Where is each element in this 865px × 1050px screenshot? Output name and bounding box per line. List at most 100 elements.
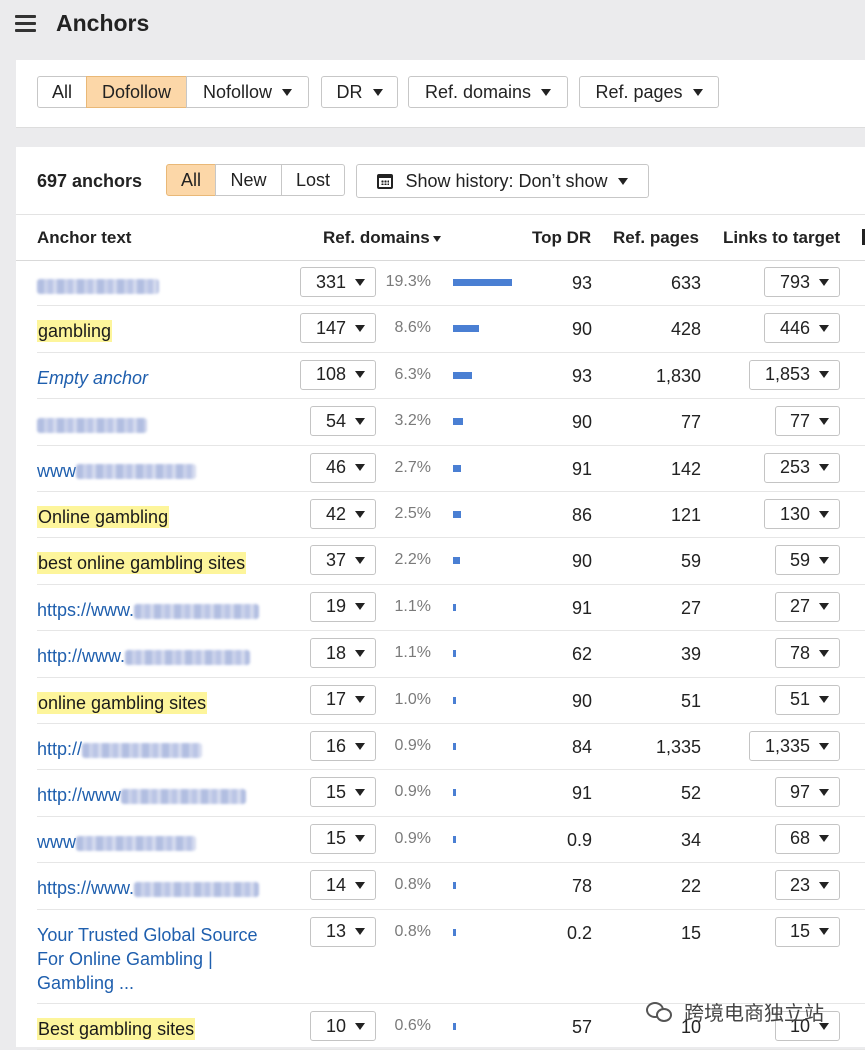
- col-top-dr[interactable]: Top DR: [532, 228, 591, 248]
- ref-domains-percent: 3.2%: [394, 412, 431, 430]
- ref-domains-dropdown[interactable]: 54: [310, 406, 376, 437]
- table-row: http://www. 18 1.1% 62 39 78: [37, 630, 865, 678]
- menu-icon[interactable]: [15, 15, 36, 32]
- ref-domains-dropdown[interactable]: 42: [310, 499, 376, 529]
- tab-status-lost[interactable]: Lost: [281, 164, 345, 196]
- ref-domains-value: 147: [315, 317, 346, 338]
- ref-pages-filter-button[interactable]: Ref. pages: [579, 76, 719, 108]
- anchor-text-cell[interactable]: gambling: [37, 319, 287, 343]
- ref-domains-filter-button[interactable]: Ref. domains: [408, 76, 568, 108]
- anchor-text-cell[interactable]: https://www.: [37, 598, 287, 622]
- table-row: https://www. 14 0.8% 78 22 23: [37, 862, 865, 910]
- tab-status-new[interactable]: New: [215, 164, 282, 196]
- sort-desc-icon: [432, 235, 441, 242]
- calendar-icon: [377, 173, 394, 189]
- ref-domains-dropdown[interactable]: 46: [310, 452, 376, 483]
- link-type-tabs: All Dofollow Nofollow: [37, 76, 309, 108]
- col-links-to-target[interactable]: Links to target: [723, 228, 840, 248]
- chevron-down-icon: [355, 278, 365, 286]
- ref-pages-value: 22: [680, 876, 701, 897]
- links-to-target-dropdown[interactable]: 97: [775, 777, 840, 808]
- anchor-text-cell[interactable]: http://: [37, 737, 287, 761]
- anchor-text-cell[interactable]: [37, 273, 287, 297]
- ref-domains-dropdown[interactable]: 13: [310, 916, 376, 947]
- page-header: Anchors: [0, 0, 865, 58]
- col-anchor-text[interactable]: Anchor text: [37, 228, 131, 248]
- ref-domains-dropdown[interactable]: 147: [300, 313, 376, 344]
- links-to-target-value: 68: [789, 828, 810, 849]
- anchor-text: https://www.: [37, 599, 135, 620]
- col-ref-pages[interactable]: Ref. pages: [613, 228, 699, 248]
- anchor-text-cell[interactable]: online gambling sites: [37, 691, 287, 715]
- links-to-target-dropdown[interactable]: 77: [775, 406, 840, 437]
- links-to-target-dropdown[interactable]: 78: [775, 638, 840, 669]
- ref-domains-dropdown[interactable]: 19: [310, 591, 376, 622]
- share-bar: [453, 928, 456, 936]
- links-to-target-dropdown[interactable]: 446: [764, 313, 840, 344]
- tab-all[interactable]: All: [37, 76, 87, 108]
- ref-domains-percent: 8.6%: [394, 319, 431, 337]
- ref-pages-value: 39: [680, 644, 701, 665]
- ref-domains-dropdown[interactable]: 16: [310, 731, 376, 761]
- links-to-target-dropdown[interactable]: 253: [764, 452, 840, 483]
- tab-dofollow[interactable]: Dofollow: [86, 76, 187, 108]
- top-dr-value: 86: [571, 505, 592, 525]
- links-to-target-dropdown[interactable]: 23: [775, 870, 840, 901]
- table-header: Anchor text Ref. domains Top DR Ref. pag…: [16, 214, 865, 261]
- dr-filter-button[interactable]: DR: [321, 76, 398, 108]
- ref-domains-percent: 2.2%: [394, 551, 431, 569]
- ref-domains-value: 46: [325, 457, 346, 478]
- anchor-text: online gambling sites: [37, 691, 208, 714]
- anchor-text-cell[interactable]: http://www.: [37, 644, 287, 668]
- ref-domains-dropdown[interactable]: 108: [300, 359, 376, 390]
- links-to-target-dropdown[interactable]: 130: [764, 499, 840, 529]
- anchor-text-cell[interactable]: Best gambling sites: [37, 1017, 287, 1041]
- links-to-target-dropdown[interactable]: 51: [775, 684, 840, 715]
- ref-domains-dropdown[interactable]: 15: [310, 777, 376, 808]
- ref-domains-dropdown[interactable]: 14: [310, 870, 376, 901]
- anchor-text-cell[interactable]: www: [37, 459, 287, 483]
- links-to-target-value: 27: [789, 596, 810, 617]
- ref-domains-dropdown[interactable]: 17: [310, 684, 376, 715]
- anchor-text-cell[interactable]: [37, 412, 287, 436]
- ref-domains-percent: 2.7%: [394, 458, 431, 476]
- chevron-down-icon: [819, 324, 829, 332]
- tab-status-all[interactable]: All: [166, 164, 216, 196]
- tab-nofollow[interactable]: Nofollow: [186, 76, 309, 108]
- share-bar: [453, 371, 472, 379]
- ref-domains-value: 19: [325, 596, 346, 617]
- anchor-text-cell[interactable]: https://www.: [37, 876, 287, 900]
- ref-domains-value: 10: [325, 1015, 346, 1036]
- table-row: http:// 16 0.9% 84 1,335 1,335: [37, 723, 865, 771]
- links-to-target-dropdown[interactable]: 1,853: [749, 359, 840, 390]
- anchor-text-cell[interactable]: Your Trusted Global Source For Online Ga…: [37, 923, 287, 995]
- ref-domains-dropdown[interactable]: 331: [300, 267, 376, 297]
- anchor-text-cell[interactable]: www: [37, 830, 287, 854]
- links-to-target-dropdown[interactable]: 68: [775, 823, 840, 854]
- col-ref-domains-label: Ref. domains: [323, 228, 430, 247]
- links-to-target-dropdown[interactable]: 15: [775, 916, 840, 947]
- share-bar: [453, 835, 456, 843]
- chevron-down-icon: [355, 371, 365, 379]
- anchor-text-cell[interactable]: Online gambling: [37, 505, 287, 529]
- ref-domains-dropdown[interactable]: 15: [310, 823, 376, 854]
- col-ref-domains[interactable]: Ref. domains: [323, 228, 441, 248]
- top-dr-value: 0.9: [566, 829, 592, 850]
- chevron-down-icon: [355, 510, 365, 518]
- links-to-target-dropdown[interactable]: 1,335: [749, 731, 840, 761]
- links-to-target-value: 793: [779, 271, 810, 292]
- ref-domains-dropdown[interactable]: 18: [310, 638, 376, 669]
- chevron-down-icon: [819, 417, 829, 425]
- ref-domains-dropdown[interactable]: 37: [310, 545, 376, 576]
- dr-filter-label: DR: [336, 81, 363, 102]
- anchor-text: www: [37, 460, 76, 481]
- links-to-target-dropdown[interactable]: 27: [775, 591, 840, 622]
- anchor-text-cell[interactable]: best online gambling sites: [37, 551, 287, 575]
- anchor-text-cell[interactable]: http://www: [37, 783, 287, 807]
- anchor-text-cell[interactable]: Empty anchor: [37, 366, 287, 390]
- links-to-target-dropdown[interactable]: 793: [764, 267, 840, 297]
- ref-domains-dropdown[interactable]: 10: [310, 1011, 376, 1041]
- links-to-target-dropdown[interactable]: 59: [775, 545, 840, 576]
- show-history-button[interactable]: Show history: Don’t show: [356, 164, 649, 198]
- ref-pages-value: 428: [670, 319, 701, 340]
